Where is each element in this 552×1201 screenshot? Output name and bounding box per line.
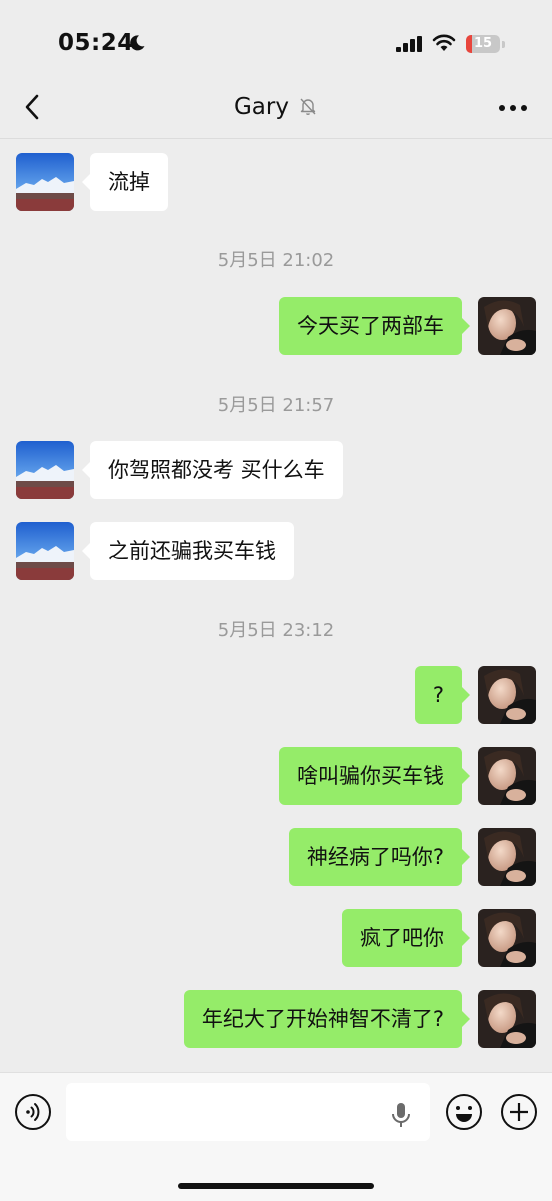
mute-bell-icon [298,96,318,120]
message-bubble-incoming[interactable]: 你驾照都没考 买什么车 [82,441,343,499]
message-bubble-outgoing[interactable]: 疯了吧你 [342,909,470,967]
battery-icon: 15 [466,35,500,53]
my-avatar[interactable] [478,297,536,355]
message-input[interactable] [66,1083,430,1141]
my-avatar[interactable] [478,666,536,724]
message-bubble-incoming[interactable]: 之前还骗我买车钱 [82,522,294,580]
emoji-icon [446,1094,482,1130]
message-timestamp: 5月5日 23:12 [217,620,335,641]
chat-title: Gary [0,94,552,120]
message-bubble-incoming[interactable]: 流掉 [82,153,168,211]
message-bubble-outgoing[interactable]: 啥叫骗你买车钱 [279,747,470,805]
message-bubble-outgoing[interactable]: ? [414,666,471,724]
message-bubble-outgoing[interactable]: 年纪大了开始神智不清了? [183,990,471,1048]
my-avatar[interactable] [478,828,536,886]
contact-avatar[interactable] [16,153,74,211]
my-avatar[interactable] [478,747,536,805]
chat-header: Gary [0,76,552,139]
signal-icon [396,36,424,56]
message-list[interactable]: 流掉 5月5日 21:02 今天买了两部车 5月5日 21:57 你驾照都没考 … [0,138,552,1072]
battery-level: 15 [473,36,493,51]
message-bubble-outgoing[interactable]: 今天买了两部车 [279,297,470,355]
my-avatar[interactable] [478,990,536,1048]
voice-input-button[interactable] [14,1093,52,1131]
contact-avatar[interactable] [16,441,74,499]
message-timestamp: 5月5日 21:57 [217,395,335,416]
contact-avatar[interactable] [16,522,74,580]
status-time: 05:24 [58,30,134,56]
message-timestamp: 5月5日 21:02 [217,250,335,271]
mic-icon[interactable] [390,1101,412,1133]
my-avatar[interactable] [478,909,536,967]
status-bar: 05:24 15 [0,0,552,76]
contact-name: Gary [233,94,289,120]
input-bar [0,1072,552,1201]
plus-icon [501,1094,537,1130]
moon-icon [128,34,146,56]
more-button[interactable] [496,98,530,118]
more-icon [499,105,527,111]
voice-icon [15,1094,51,1130]
wifi-icon [432,34,456,56]
more-functions-button[interactable] [500,1093,538,1131]
message-bubble-outgoing[interactable]: 神经病了吗你? [288,828,471,886]
emoji-button[interactable] [445,1093,483,1131]
home-indicator [178,1183,374,1189]
